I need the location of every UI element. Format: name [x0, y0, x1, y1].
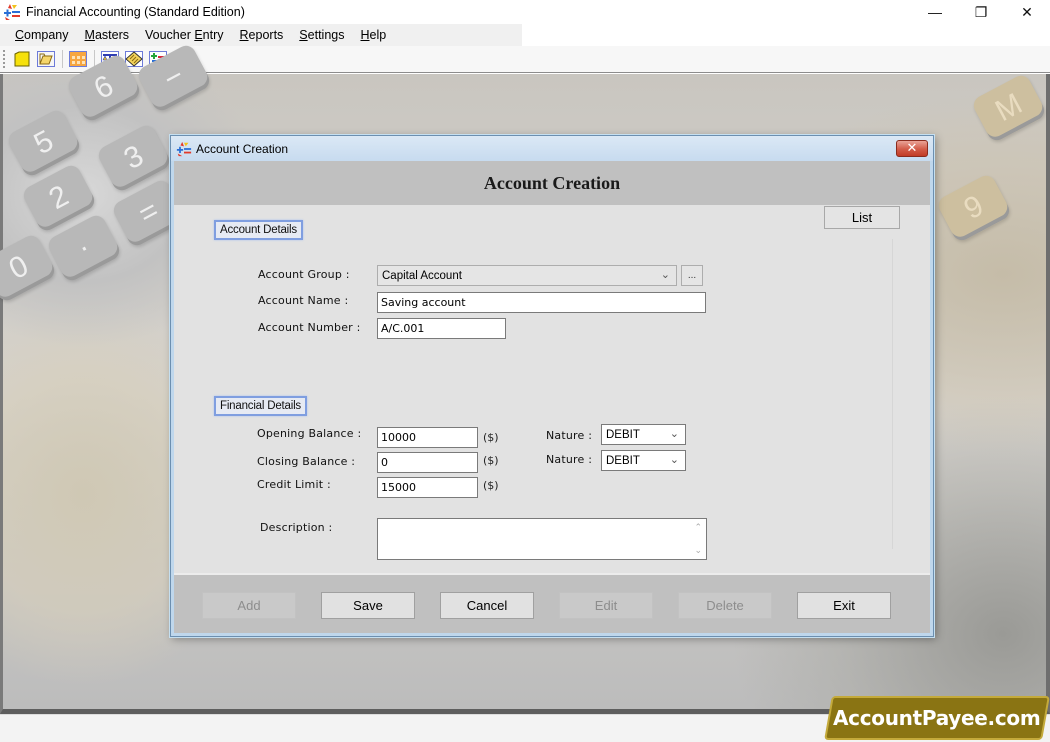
- account-group-select[interactable]: Capital Account ⌄: [377, 265, 677, 286]
- app-logo-icon: [3, 3, 21, 21]
- app-title: Financial Accounting (Standard Edition): [26, 5, 245, 19]
- opening-balance-label: Opening Balance :: [257, 427, 362, 440]
- menu-mnemonic: E: [194, 28, 203, 42]
- closing-nature-label: Nature :: [546, 453, 593, 466]
- menu-mnemonic: C: [15, 28, 25, 42]
- cancel-button[interactable]: Cancel: [440, 592, 534, 619]
- menu-company[interactable]: Company: [7, 28, 77, 42]
- dialog-close-button[interactable]: ✕: [896, 140, 928, 157]
- financial-details-group-label: Financial Details: [214, 396, 307, 416]
- calendar-button[interactable]: [68, 49, 88, 69]
- open-folder-icon: [37, 51, 55, 67]
- account-number-input[interactable]: A/C.001: [377, 318, 506, 339]
- menu-reports[interactable]: Reports: [232, 28, 292, 42]
- window-controls: — ❐ ✕: [912, 0, 1050, 24]
- dialog-title-bar[interactable]: Account Creation ✕: [171, 136, 933, 161]
- opening-balance-unit: ($): [483, 431, 499, 444]
- exit-button[interactable]: Exit: [797, 592, 891, 619]
- menu-voucher-entry[interactable]: Voucher Entry: [137, 28, 232, 42]
- save-button[interactable]: Save: [321, 592, 415, 619]
- close-icon: ✕: [906, 141, 918, 156]
- add-button[interactable]: Add: [202, 592, 296, 619]
- menu-label: ettings: [307, 28, 345, 42]
- credit-limit-unit: ($): [483, 479, 499, 492]
- closing-nature-select[interactable]: DEBIT ⌄: [601, 450, 686, 471]
- edit-button[interactable]: Edit: [559, 592, 653, 619]
- chevron-down-icon: ⌄: [669, 454, 679, 466]
- brand-badge: AccountPayee.com: [824, 696, 1050, 740]
- description-label: Description :: [260, 521, 333, 534]
- menu-mnemonic: S: [299, 28, 308, 42]
- scroll-up-icon[interactable]: ⌃: [694, 522, 702, 533]
- close-window-button[interactable]: ✕: [1004, 0, 1050, 24]
- menu-label: eports: [248, 28, 284, 42]
- account-group-value: Capital Account: [382, 269, 462, 282]
- opening-nature-value: DEBIT: [606, 428, 640, 441]
- menu-label: elp: [369, 28, 387, 42]
- closing-nature-value: DEBIT: [606, 454, 640, 467]
- menu-mnemonic: H: [360, 28, 370, 42]
- app-title-bar: Financial Accounting (Standard Edition) …: [0, 0, 1050, 24]
- panel-divider: [892, 239, 893, 549]
- action-button-bar: Add Save Cancel Edit Delete Exit: [174, 573, 930, 633]
- calendar-grid-icon: [69, 51, 87, 67]
- scroll-down-icon[interactable]: ⌄: [694, 545, 702, 556]
- toolbar-grip[interactable]: [3, 50, 6, 68]
- account-name-label: Account Name :: [258, 294, 349, 307]
- menu-mnemonic: R: [239, 28, 249, 42]
- minimize-button[interactable]: —: [912, 0, 958, 24]
- opening-balance-input[interactable]: 10000: [377, 427, 478, 448]
- menu-bar-filler: [522, 24, 1050, 46]
- dialog-heading: Account Creation: [483, 172, 621, 193]
- opening-nature-select[interactable]: DEBIT ⌄: [601, 424, 686, 445]
- new-company-button[interactable]: [12, 49, 32, 69]
- close-icon: ✕: [1021, 3, 1033, 20]
- credit-limit-input[interactable]: 15000: [377, 477, 478, 498]
- description-textarea[interactable]: ⌃ ⌄: [377, 518, 707, 560]
- account-number-label: Account Number :: [258, 321, 361, 334]
- delete-button[interactable]: Delete: [678, 592, 772, 619]
- menu-mnemonic: M: [84, 28, 95, 42]
- dialog-header: Account Creation: [174, 161, 930, 205]
- chevron-down-icon: ⌄: [660, 269, 670, 281]
- closing-balance-unit: ($): [483, 454, 499, 467]
- menu-label: asters: [94, 28, 129, 42]
- dialog-app-icon: [176, 141, 192, 157]
- account-details-group-label: Account Details: [214, 220, 303, 240]
- opening-nature-label: Nature :: [546, 429, 593, 442]
- menu-settings[interactable]: Settings: [291, 28, 352, 42]
- minimize-icon: —: [928, 4, 942, 20]
- menu-help[interactable]: Help: [352, 28, 394, 42]
- closing-balance-label: Closing Balance :: [257, 455, 356, 468]
- restore-button[interactable]: ❐: [958, 0, 1004, 24]
- account-name-input[interactable]: Saving account: [377, 292, 706, 313]
- dialog-title: Account Creation: [196, 141, 289, 156]
- dialog-body: Account Creation List Account Details Ac…: [174, 161, 930, 633]
- ledger-book-icon: [125, 51, 143, 67]
- open-company-button[interactable]: [36, 49, 56, 69]
- menu-label: Voucher: [144, 28, 195, 42]
- brand-text: AccountPayee.com: [833, 706, 1041, 730]
- menu-bar: Company Masters Voucher Entry Reports Se…: [0, 24, 522, 46]
- credit-limit-label: Credit Limit :: [257, 478, 331, 491]
- closing-balance-input[interactable]: 0: [377, 452, 478, 473]
- new-document-icon: [14, 51, 30, 67]
- menu-label: ompany: [24, 28, 69, 42]
- background-calculator-key: 9: [935, 172, 1013, 244]
- account-creation-dialog: Account Creation ✕ Account Creation List…: [170, 135, 934, 637]
- toolbar-separator: [62, 50, 63, 68]
- account-group-label: Account Group :: [258, 268, 350, 281]
- restore-icon: ❐: [974, 3, 988, 20]
- list-button[interactable]: List: [824, 206, 900, 229]
- chevron-down-icon: ⌄: [669, 428, 679, 440]
- menu-label: ntry: [202, 28, 224, 42]
- background-calculator-key: M: [970, 72, 1048, 144]
- menu-masters[interactable]: Masters: [77, 28, 137, 42]
- browse-account-group-button[interactable]: ...: [681, 265, 703, 286]
